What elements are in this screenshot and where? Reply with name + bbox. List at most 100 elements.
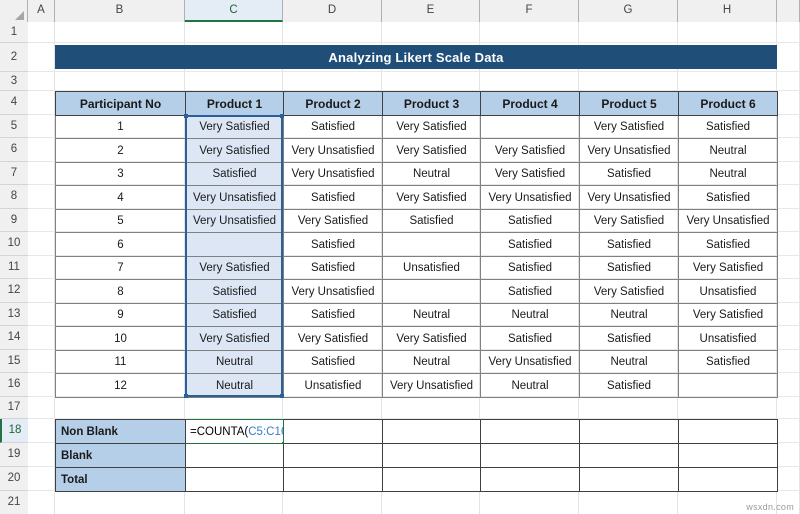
likert-response-cell[interactable]: Very Satisfied	[283, 326, 383, 351]
likert-response-cell[interactable]: Very Unsatisfied	[678, 209, 778, 233]
participant-number-cell[interactable]: 11	[55, 350, 186, 374]
likert-response-cell[interactable]: Neutral	[678, 162, 778, 186]
fill-handle[interactable]	[281, 441, 283, 443]
participant-number-cell[interactable]: 5	[55, 209, 186, 233]
likert-response-cell[interactable]	[382, 232, 481, 257]
likert-response-cell[interactable]: Very Satisfied	[382, 185, 481, 210]
likert-response-cell[interactable]: Very Satisfied	[185, 326, 284, 351]
row-header-6[interactable]: 6	[0, 138, 28, 162]
summary-value-cell[interactable]	[185, 467, 284, 492]
likert-response-cell[interactable]: Neutral	[579, 303, 679, 327]
likert-response-cell[interactable]: Neutral	[185, 350, 284, 374]
row-header-2[interactable]: 2	[0, 43, 28, 72]
likert-response-cell[interactable]: Satisfied	[382, 209, 481, 233]
likert-response-cell[interactable]: Satisfied	[283, 232, 383, 257]
likert-response-cell[interactable]	[480, 115, 580, 139]
row-header-16[interactable]: 16	[0, 373, 28, 397]
summary-value-cell[interactable]	[283, 419, 383, 444]
row-header-19[interactable]: 19	[0, 443, 28, 467]
summary-value-cell[interactable]	[382, 467, 481, 492]
likert-response-cell[interactable]: Satisfied	[283, 115, 383, 139]
summary-value-cell[interactable]	[382, 419, 481, 444]
likert-response-cell[interactable]: Satisfied	[678, 350, 778, 374]
likert-response-cell[interactable]: Satisfied	[579, 326, 679, 351]
likert-response-cell[interactable]	[185, 232, 284, 257]
likert-response-cell[interactable]: Very Unsatisfied	[185, 209, 284, 233]
summary-value-cell[interactable]	[579, 443, 679, 468]
likert-response-cell[interactable]: Very Satisfied	[185, 115, 284, 139]
select-all-corner[interactable]	[0, 0, 28, 22]
likert-response-cell[interactable]: Neutral	[185, 373, 284, 398]
likert-response-cell[interactable]: Satisfied	[579, 232, 679, 257]
row-header-8[interactable]: 8	[0, 185, 28, 209]
likert-response-cell[interactable]: Satisfied	[283, 303, 383, 327]
likert-response-cell[interactable]: Neutral	[382, 303, 481, 327]
likert-response-cell[interactable]: Very Unsatisfied	[283, 138, 383, 163]
likert-response-cell[interactable]: Satisfied	[579, 162, 679, 186]
row-header-13[interactable]: 13	[0, 303, 28, 326]
likert-response-cell[interactable]: Satisfied	[185, 279, 284, 304]
likert-response-cell[interactable]: Satisfied	[678, 115, 778, 139]
participant-number-cell[interactable]: 6	[55, 232, 186, 257]
likert-response-cell[interactable]: Very Unsatisfied	[283, 279, 383, 304]
summary-value-cell[interactable]	[480, 443, 580, 468]
participant-number-cell[interactable]: 3	[55, 162, 186, 186]
likert-response-cell[interactable]: Neutral	[480, 373, 580, 398]
row-header-17[interactable]: 17	[0, 397, 28, 419]
summary-value-cell[interactable]	[382, 443, 481, 468]
likert-response-cell[interactable]: Satisfied	[480, 326, 580, 351]
row-header-1[interactable]: 1	[0, 22, 28, 43]
likert-response-cell[interactable]: Very Satisfied	[185, 138, 284, 163]
likert-response-cell[interactable]: Very Unsatisfied	[185, 185, 284, 210]
summary-label-cell[interactable]: Total	[55, 467, 186, 492]
likert-response-cell[interactable]: Unsatisfied	[382, 256, 481, 280]
likert-response-cell[interactable]: Very Satisfied	[382, 115, 481, 139]
likert-response-cell[interactable]: Very Unsatisfied	[579, 138, 679, 163]
participant-number-cell[interactable]: 1	[55, 115, 186, 139]
column-header-a[interactable]: A	[28, 0, 55, 22]
row-header-11[interactable]: 11	[0, 256, 28, 279]
likert-response-cell[interactable]: Satisfied	[579, 373, 679, 398]
summary-value-cell[interactable]	[678, 443, 778, 468]
participant-number-cell[interactable]: 12	[55, 373, 186, 398]
participant-number-cell[interactable]: 4	[55, 185, 186, 210]
participant-number-cell[interactable]: 7	[55, 256, 186, 280]
likert-response-cell[interactable]: Very Satisfied	[678, 256, 778, 280]
summary-value-cell[interactable]	[579, 467, 679, 492]
column-header-d[interactable]: D	[283, 0, 382, 22]
summary-value-cell[interactable]	[678, 419, 778, 444]
likert-response-cell[interactable]: Satisfied	[678, 232, 778, 257]
likert-response-cell[interactable]: Satisfied	[185, 303, 284, 327]
summary-value-cell[interactable]	[480, 467, 580, 492]
formula-cell-c18[interactable]: =COUNTA(C5:C16)	[185, 419, 284, 444]
row-header-9[interactable]: 9	[0, 209, 28, 232]
likert-response-cell[interactable]: Neutral	[382, 350, 481, 374]
likert-response-cell[interactable]: Very Unsatisfied	[283, 162, 383, 186]
likert-response-cell[interactable]: Neutral	[382, 162, 481, 186]
likert-response-cell[interactable]: Very Unsatisfied	[480, 350, 580, 374]
participant-number-cell[interactable]: 10	[55, 326, 186, 351]
row-header-10[interactable]: 10	[0, 232, 28, 256]
summary-label-cell[interactable]: Non Blank	[55, 419, 186, 444]
summary-value-cell[interactable]	[283, 443, 383, 468]
summary-value-cell[interactable]	[185, 443, 284, 468]
likert-response-cell[interactable]: Unsatisfied	[283, 373, 383, 398]
likert-response-cell[interactable]: Neutral	[678, 138, 778, 163]
likert-response-cell[interactable]: Very Satisfied	[480, 162, 580, 186]
likert-response-cell[interactable]: Very Satisfied	[382, 326, 481, 351]
likert-response-cell[interactable]: Very Satisfied	[579, 209, 679, 233]
column-header-h[interactable]: H	[678, 0, 777, 22]
participant-number-cell[interactable]: 8	[55, 279, 186, 304]
likert-response-cell[interactable]: Unsatisfied	[678, 279, 778, 304]
likert-response-cell[interactable]: Satisfied	[283, 350, 383, 374]
likert-response-cell[interactable]: Very Satisfied	[382, 138, 481, 163]
summary-value-cell[interactable]	[283, 467, 383, 492]
participant-number-cell[interactable]: 9	[55, 303, 186, 327]
row-header-7[interactable]: 7	[0, 162, 28, 185]
likert-response-cell[interactable]: Very Satisfied	[185, 256, 284, 280]
likert-response-cell[interactable]: Satisfied	[579, 256, 679, 280]
likert-response-cell[interactable]: Very Unsatisfied	[480, 185, 580, 210]
summary-label-cell[interactable]: Blank	[55, 443, 186, 468]
likert-response-cell[interactable]: Very Satisfied	[579, 279, 679, 304]
row-header-5[interactable]: 5	[0, 115, 28, 138]
